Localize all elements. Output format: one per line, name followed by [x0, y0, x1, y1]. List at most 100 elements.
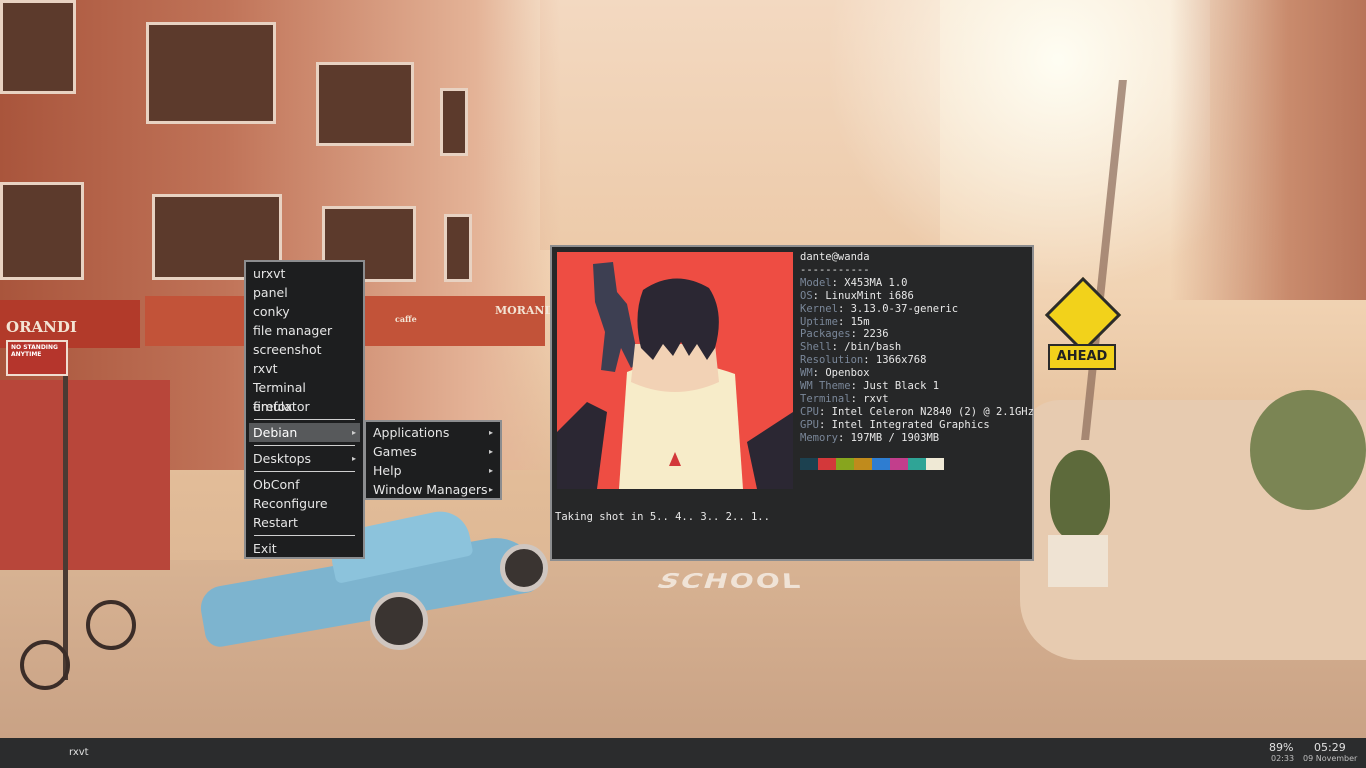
- neofetch-value: rxvt: [863, 392, 889, 405]
- submenu-arrow-icon: ▸: [488, 447, 493, 456]
- palette-swatch: [908, 458, 926, 470]
- menu-item-file-manager[interactable]: file manager: [249, 321, 360, 340]
- neofetch-ascii-art: [557, 252, 793, 489]
- school-crossing-icon: [1044, 276, 1122, 354]
- neofetch-value: Intel Integrated Graphics: [831, 418, 990, 431]
- neofetch-key: WM Theme: [800, 380, 851, 393]
- debian-submenu: Applications ▸ Games ▸ Help ▸ Window Man…: [364, 420, 502, 500]
- neofetch-colon: :: [850, 380, 864, 393]
- openbox-root-menu: urxvt panel conky file manager screensho…: [244, 260, 365, 559]
- neofetch-key: CPU: [800, 405, 819, 418]
- menu-item-conky[interactable]: conky: [249, 302, 360, 321]
- wallpaper-no-standing-sign: NO STANDING ANYTIME: [6, 340, 68, 376]
- menu-item-firefox[interactable]: firefox: [249, 397, 360, 416]
- menu-item-obconf[interactable]: ObConf: [249, 475, 360, 494]
- menu-item-panel[interactable]: panel: [249, 283, 360, 302]
- menu-item-desktops-label: Desktops: [253, 451, 312, 466]
- neofetch-colon: :: [863, 354, 876, 367]
- wallpaper-tree: [1081, 80, 1327, 440]
- palette-swatch: [836, 458, 854, 470]
- neofetch-key: Resolution: [800, 354, 864, 367]
- menu-item-terminal-emulator[interactable]: Terminal emulator: [249, 378, 360, 414]
- neofetch-colon: :: [818, 405, 832, 418]
- neofetch-userhost: dante@wanda: [800, 251, 870, 263]
- menu-item-exit[interactable]: Exit: [249, 539, 360, 558]
- submenu-item-window-managers[interactable]: Window Managers ▸: [369, 480, 497, 499]
- neofetch-row: Uptime: 15m: [800, 316, 1034, 329]
- neofetch-value: X453MA 1.0: [844, 276, 908, 289]
- neofetch-value: LinuxMint i686: [825, 289, 914, 302]
- submenu-item-help-label: Help: [373, 463, 402, 478]
- neofetch-row: Shell: /bin/bash: [800, 341, 1034, 354]
- neofetch-colon: :: [837, 315, 851, 328]
- submenu-arrow-icon: ▸: [488, 485, 493, 494]
- anime-character-image: [557, 252, 793, 489]
- neofetch-value: Openbox: [825, 367, 870, 380]
- submenu-item-help[interactable]: Help ▸: [369, 461, 497, 480]
- wallpaper-bicycle: [20, 570, 136, 710]
- neofetch-colon: :: [812, 367, 826, 380]
- neofetch-value: 1366x768: [875, 354, 927, 367]
- neofetch-row: WM Theme: Just Black 1: [800, 380, 1034, 393]
- neofetch-value: 15m: [850, 315, 870, 328]
- submenu-item-games-label: Games: [373, 444, 417, 459]
- neofetch-colon: :: [812, 289, 826, 302]
- neofetch-info: dante@wanda ----------- Model: X453MA 1.0 O…: [800, 251, 1034, 445]
- menu-separator: [254, 419, 355, 420]
- menu-item-desktops[interactable]: Desktops ▸: [249, 449, 360, 468]
- neofetch-key: OS: [800, 289, 813, 302]
- neofetch-row: OS: LinuxMint i686: [800, 290, 1034, 303]
- palette-swatch: [854, 458, 872, 470]
- neofetch-value: Just Black 1: [863, 380, 940, 393]
- taskbar-item-rxvt[interactable]: rxvt: [69, 747, 89, 758]
- neofetch-value: 197MB / 1903MB: [850, 431, 940, 444]
- neofetch-row: GPU: Intel Integrated Graphics: [800, 419, 1034, 432]
- neofetch-key: Terminal: [800, 392, 851, 405]
- neofetch-key: Model: [800, 276, 832, 289]
- terminal-command-output: Taking shot in 5.. 4.. 3.. 2.. 1..: [555, 511, 770, 523]
- neofetch-row: WM: Openbox: [800, 367, 1034, 380]
- neofetch-value: /bin/bash: [844, 341, 902, 354]
- neofetch-colon: :: [850, 392, 864, 405]
- neofetch-colon: :: [818, 418, 832, 431]
- menu-separator: [254, 471, 355, 472]
- terminal-window[interactable]: dante@wanda ----------- Model: X453MA 1.0 O…: [550, 245, 1034, 561]
- wallpaper-storefront: [0, 380, 170, 570]
- submenu-arrow-icon: ▸: [488, 428, 493, 437]
- menu-item-reconfigure[interactable]: Reconfigure: [249, 494, 360, 513]
- neofetch-key: Memory: [800, 431, 838, 444]
- menu-item-rxvt[interactable]: rxvt: [249, 359, 360, 378]
- neofetch-colon: :: [850, 328, 864, 341]
- menu-item-debian[interactable]: Debian ▸: [249, 423, 360, 442]
- wallpaper-bush: [1250, 390, 1366, 510]
- awning-orandi-text: ORANDI: [6, 318, 77, 336]
- neofetch-key: Shell: [800, 341, 832, 354]
- neofetch-row: Kernel: 3.13.0-37-generic: [800, 303, 1034, 316]
- menu-item-restart[interactable]: Restart: [249, 513, 360, 532]
- submenu-item-games[interactable]: Games ▸: [369, 442, 497, 461]
- submenu-arrow-icon: ▸: [351, 428, 356, 437]
- palette-swatch: [800, 458, 818, 470]
- palette-swatch: [890, 458, 908, 470]
- clock-time[interactable]: 05:29: [1314, 741, 1346, 754]
- ahead-sign-text: AHEAD: [1048, 344, 1116, 370]
- wallpaper-road-marking: SCHOOL: [651, 569, 804, 594]
- wallpaper-school-sign: AHEAD: [1044, 276, 1122, 370]
- menu-item-screenshot[interactable]: screenshot: [249, 340, 360, 359]
- submenu-arrow-icon: ▸: [488, 466, 493, 475]
- submenu-item-applications[interactable]: Applications ▸: [369, 423, 497, 442]
- neofetch-colon: :: [831, 341, 845, 354]
- neofetch-key: WM: [800, 367, 813, 380]
- neofetch-colon: :: [837, 302, 851, 315]
- battery-time-remaining: 02:33: [1271, 754, 1295, 763]
- terminal-color-palette: [800, 458, 944, 470]
- palette-swatch: [926, 458, 944, 470]
- neofetch-underline: -----------: [800, 263, 870, 276]
- submenu-arrow-icon: ▸: [351, 454, 356, 463]
- neofetch-colon: :: [837, 431, 851, 444]
- battery-percent: 89%: [1269, 741, 1294, 754]
- neofetch-value: Intel Celeron N2840 (2) @ 2.1GHz: [831, 405, 1034, 418]
- menu-item-urxvt[interactable]: urxvt: [249, 264, 360, 283]
- neofetch-row: CPU: Intel Celeron N2840 (2) @ 2.1GHz: [800, 406, 1034, 419]
- menu-item-debian-label: Debian: [253, 425, 298, 440]
